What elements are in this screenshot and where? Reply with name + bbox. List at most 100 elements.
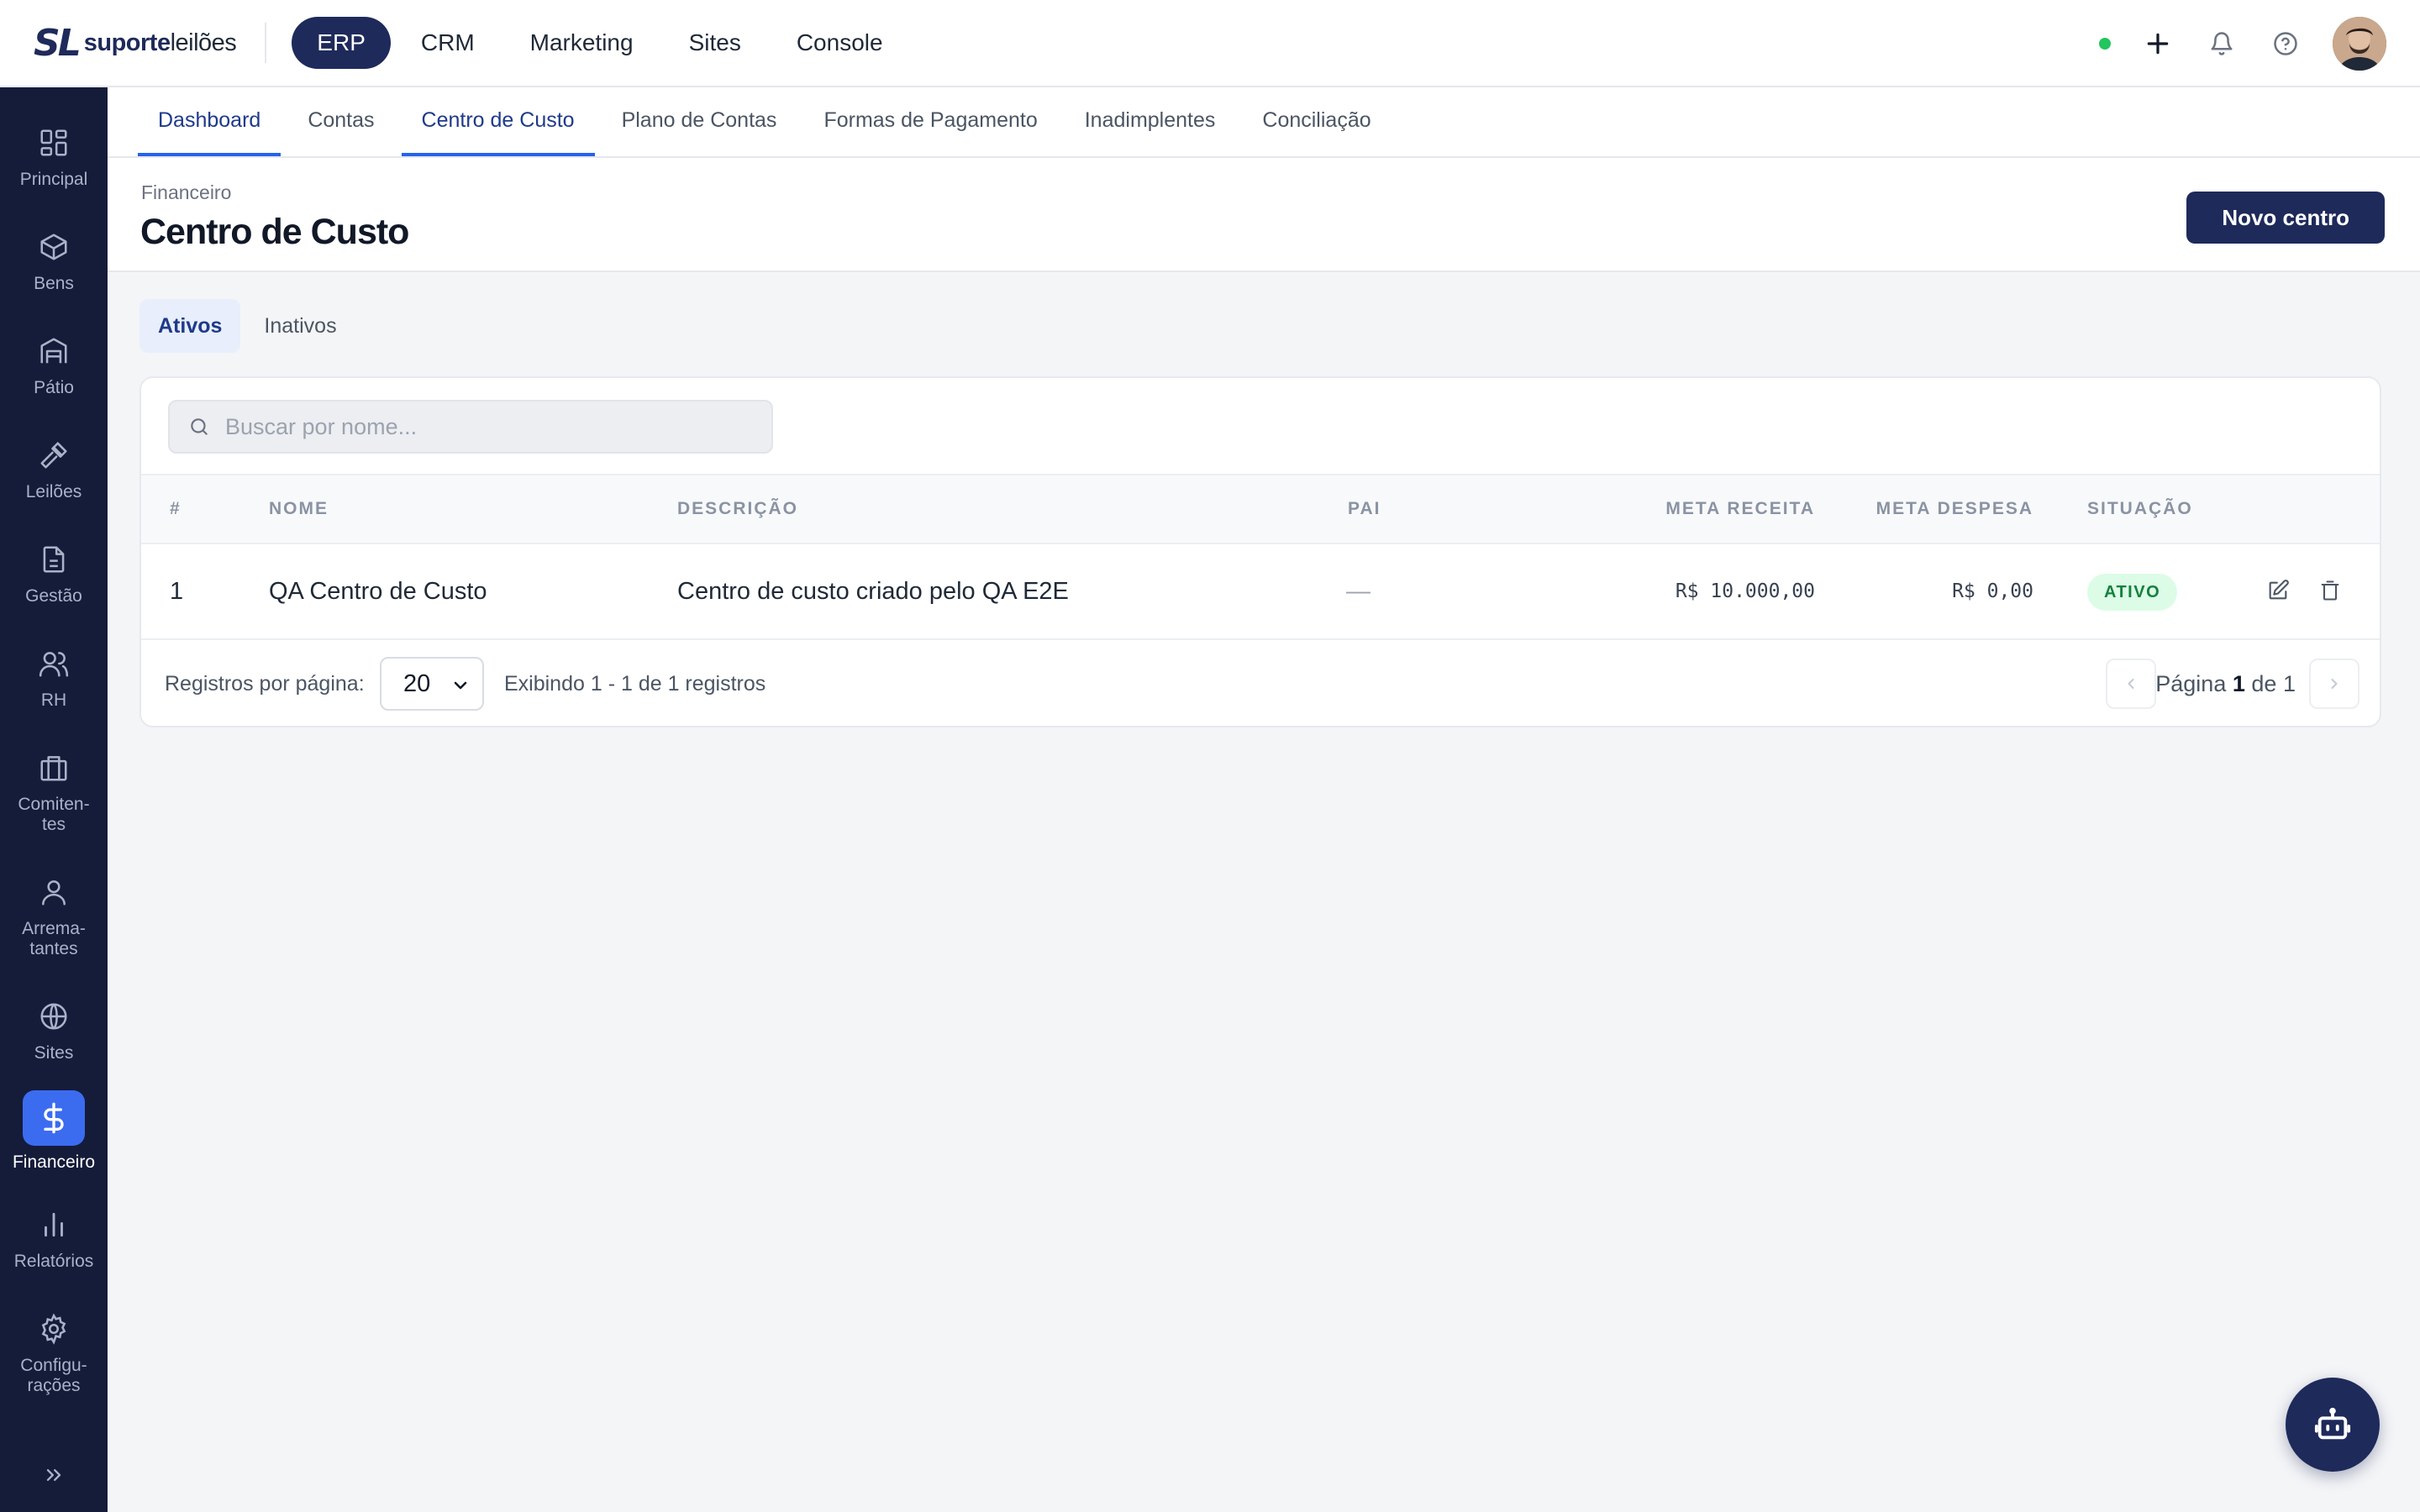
column-header-descricao: DESCRIÇÃO [677,499,799,518]
module-tab-marketing[interactable]: Marketing [505,17,659,69]
tab-dashboard[interactable]: Dashboard [138,87,281,156]
sidebar-item-label: Gestão [25,586,82,606]
previous-page-button[interactable] [2106,659,2156,709]
divider [265,23,267,63]
tab-centro-de-custo[interactable]: Centro de Custo [401,87,595,156]
sidebar: Principal Bens Pátio Leilões Gestão RH C… [0,87,108,1512]
cell-meta-despesa: R$ 0,00 [1952,580,2033,602]
module-tab-crm[interactable]: CRM [396,17,500,69]
sidebar-item-patio[interactable]: Pátio [0,333,108,398]
module-tab-sites[interactable]: Sites [664,17,766,69]
finance-subnav: Dashboard Contas Centro de Custo Plano d… [108,87,2420,158]
cell-index: 1 [170,578,184,605]
sidebar-item-label: Leilões [25,482,82,501]
status-badge: ATIVO [2087,574,2178,611]
document-icon [35,541,72,578]
assistant-bot-button[interactable] [2286,1378,2380,1472]
help-icon[interactable] [2269,27,2302,60]
module-tab-erp[interactable]: ERP [292,17,391,69]
brand-logo[interactable]: SL suporteleilões [34,0,237,87]
sidebar-item-bens[interactable]: Bens [0,228,108,294]
bot-icon [2314,1407,2351,1440]
search-input[interactable] [225,413,746,440]
tab-contas[interactable]: Contas [287,87,394,156]
sidebar-item-gestao[interactable]: Gestão [0,541,108,606]
sidebar-expand-button[interactable] [37,1458,71,1492]
sidebar-item-configuracoes[interactable]: Configu- rações [0,1310,108,1396]
module-nav: ERP CRM Marketing Sites Console [292,17,908,69]
sidebar-item-label: Sites [34,1043,74,1063]
warehouse-icon [35,333,72,370]
next-page-button[interactable] [2309,659,2360,709]
page-indicator: Página 1 de 1 [2155,671,2296,696]
column-header-nome[interactable]: NOME [269,475,329,543]
column-header-pai: PAI [1348,499,1381,518]
sidebar-item-label: Configu- rações [20,1356,87,1395]
tab-plano-de-contas[interactable]: Plano de Contas [602,87,797,156]
sidebar-item-relatorios[interactable]: Relatórios [0,1206,108,1272]
filter-tab-inativos[interactable]: Inativos [245,299,355,353]
sidebar-item-label: Relatórios [13,1252,94,1271]
online-status-indicator [2099,38,2111,50]
column-header-situacao: SITUAÇÃO [2087,499,2193,518]
sidebar-item-sites[interactable]: Sites [0,998,108,1063]
logo-text: suporteleilões [83,29,237,56]
top-actions [2099,0,2386,87]
table-footer: Registros por página: 20 Exibindo 1 - 1 … [141,640,2380,726]
per-page-label: Registros por página: [165,672,365,696]
column-header-index: # [170,499,182,518]
chevron-left-icon [2128,679,2134,689]
cell-meta-receita: R$ 10.000,00 [1675,580,1815,602]
chevron-right-icon [2331,679,2338,689]
avatar[interactable] [2333,17,2386,71]
sidebar-item-label: Comiten- tes [18,795,90,834]
sidebar-item-label: Bens [34,274,74,293]
logo-mark: SL [34,21,82,65]
sidebar-item-label: Arrema- tantes [22,919,86,958]
sidebar-item-financeiro[interactable]: Financeiro [0,1090,108,1173]
per-page-select[interactable]: 20 [380,657,484,711]
sidebar-item-arrematantes[interactable]: Arrema- tantes [0,874,108,959]
search-icon [191,418,208,435]
sidebar-item-label: Pátio [34,378,74,397]
edit-icon[interactable] [2264,576,2292,605]
cell-pai: — [1346,578,1370,605]
search-box [168,400,773,454]
sidebar-item-label: RH [40,690,67,710]
sidebar-item-comitentes[interactable]: Comiten- tes [0,749,108,835]
filter-tab-ativos[interactable]: Ativos [139,299,241,353]
tab-formas-de-pagamento[interactable]: Formas de Pagamento [803,87,1057,156]
column-header-meta-despesa: META DESPESA [1876,499,2033,518]
new-cost-center-button[interactable]: Novo centro [2186,192,2385,244]
module-tab-console[interactable]: Console [771,17,908,69]
cell-descricao: Centro de custo criado pelo QA E2E [677,578,1069,605]
tab-conciliacao[interactable]: Conciliação [1242,87,1391,156]
column-header-meta-receita: META RECEITA [1665,499,1815,518]
briefcase-icon [35,749,72,786]
top-bar: SL suporteleilões ERP CRM Marketing Site… [0,0,2420,87]
breadcrumb[interactable]: Financeiro [141,181,231,204]
user-icon [35,874,72,911]
table-row[interactable]: 1 QA Centro de Custo Centro de custo cri… [141,544,2380,640]
gavel-icon [35,437,72,474]
gear-icon [35,1310,72,1347]
status-filter-tabs: Ativos Inativos [139,299,355,353]
plus-icon[interactable] [2141,27,2175,60]
sidebar-item-rh[interactable]: RH [0,645,108,711]
box-icon [35,228,72,265]
bell-icon[interactable] [2205,27,2238,60]
sidebar-item-label: Financeiro [12,1152,96,1172]
tab-inadimplentes[interactable]: Inadimplentes [1065,87,1236,156]
cell-nome: QA Centro de Custo [269,578,487,605]
records-summary: Exibindo 1 - 1 de 1 registros [504,672,766,696]
globe-icon [35,998,72,1035]
page-title: Centro de Custo [140,212,409,252]
sidebar-item-label: Principal [19,170,88,189]
sidebar-item-principal[interactable]: Principal [0,124,108,190]
page-header: Financeiro Centro de Custo Novo centro [108,158,2420,272]
dollar-icon [23,1090,85,1146]
sidebar-item-leiloes[interactable]: Leilões [0,437,108,502]
users-icon [35,645,72,682]
table-header: # NOME DESCRIÇÃO PAI META RECEITA META D… [141,474,2380,544]
trash-icon[interactable] [2316,576,2344,605]
